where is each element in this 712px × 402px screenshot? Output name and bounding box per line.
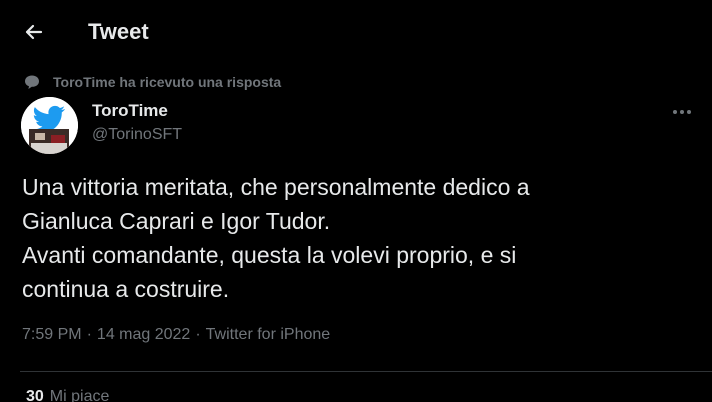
back-button[interactable] (18, 16, 50, 48)
likes-stat[interactable]: 30 Mi piace (26, 386, 109, 402)
author-name[interactable]: ToroTime (92, 100, 182, 122)
tweet-page: Tweet ToroTime ha ricevuto una risposta … (0, 0, 712, 402)
tweet-source[interactable]: Twitter for iPhone (206, 324, 331, 346)
tweet-meta: 7:59 PM · 14 mag 2022 · Twitter for iPho… (22, 324, 330, 346)
author-block: ToroTime @TorinoSFT (92, 100, 182, 146)
meta-separator: · (86, 326, 92, 343)
avatar[interactable] (21, 97, 78, 154)
arrow-left-icon (25, 24, 43, 40)
page-title: Tweet (88, 19, 149, 44)
reply-context-text: ToroTime ha ricevuto una risposta (53, 74, 282, 90)
reply-context: ToroTime ha ricevuto una risposta (23, 72, 281, 92)
more-options-button[interactable] (668, 100, 696, 124)
author-handle[interactable]: @TorinoSFT (92, 124, 182, 146)
likes-count: 30 (26, 388, 44, 402)
speech-bubble-icon (23, 73, 41, 91)
divider (20, 371, 712, 372)
tweet-time[interactable]: 7:59 PM (22, 324, 82, 346)
tweet-text: Una vittoria meritata, che personalmente… (22, 174, 530, 302)
tweet-date[interactable]: 14 mag 2022 (97, 324, 190, 346)
more-horizontal-icon (673, 110, 691, 114)
meta-separator: · (195, 326, 201, 343)
page-header: Tweet (0, 0, 712, 62)
likes-label: Mi piace (49, 388, 110, 402)
